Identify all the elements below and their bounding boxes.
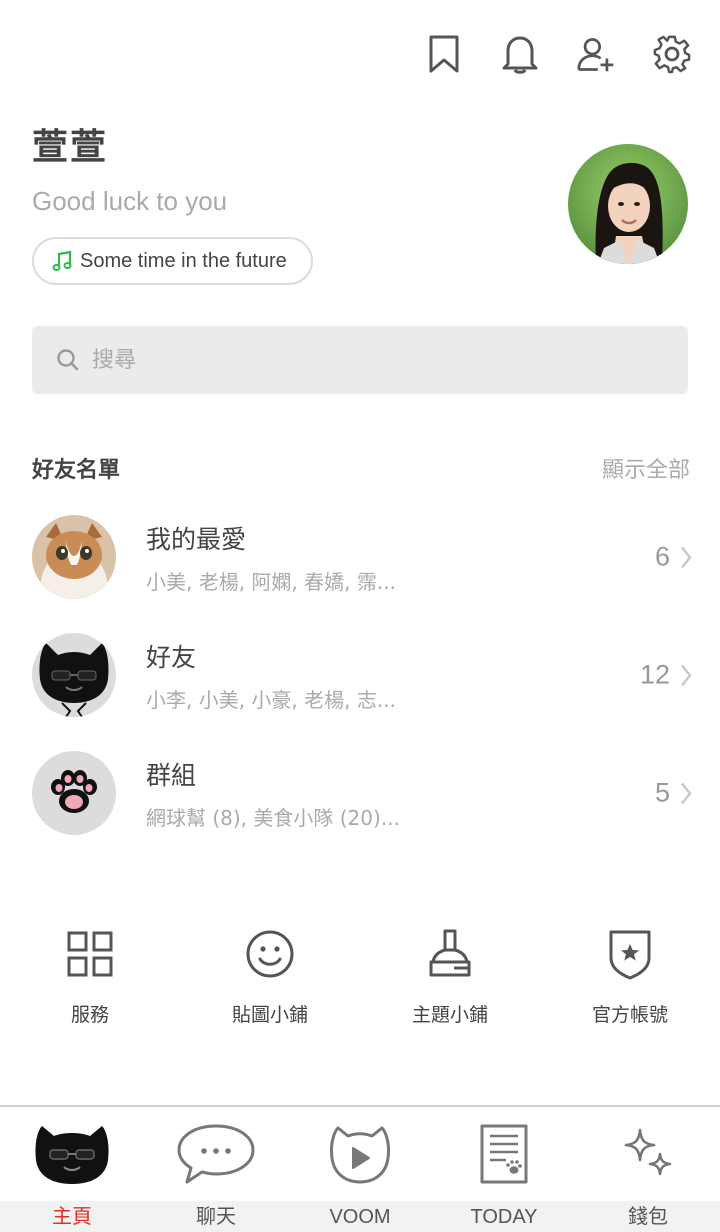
nav-wallet-label[interactable]: 錢包 [576, 1201, 720, 1232]
home-cat-icon [35, 1126, 109, 1184]
shortcut-label: 服務 [70, 1004, 109, 1026]
list-item-favorites[interactable]: 我的最愛 小美, 老楊, 阿嫻, 春嬌, 霈... 6 [32, 498, 692, 616]
chevron-right-icon [681, 664, 692, 686]
friends-list-header: 好友名單 顯示全部 [32, 452, 690, 484]
search-icon [57, 349, 79, 371]
list-item-name: 好友 [146, 642, 197, 672]
profile-name[interactable]: 萱萱 [32, 118, 552, 170]
profile-music-chip[interactable]: Some time in the future [32, 237, 313, 285]
nav-home[interactable] [0, 1107, 144, 1201]
shortcut-label: 官方帳號 [591, 1004, 668, 1026]
shortcut-label: 貼圖小鋪 [231, 1004, 308, 1026]
chat-bubble-icon [177, 1124, 255, 1184]
list-item-members: 小美, 老楊, 阿嫻, 春嬌, 霈... [146, 569, 396, 594]
top-bar [424, 32, 692, 76]
nav-today[interactable] [432, 1107, 576, 1201]
list-item-count: 6 [654, 541, 670, 572]
smiley-icon [245, 926, 295, 982]
list-item-count: 5 [654, 777, 670, 808]
search-bar[interactable] [32, 326, 688, 394]
shortcut-label: 主題小鋪 [411, 1004, 488, 1026]
list-item-name: 我的最愛 [146, 524, 247, 554]
nav-voom[interactable] [288, 1107, 432, 1201]
shortcut-official-accounts[interactable]: 官方帳號 [540, 926, 720, 1027]
profile-avatar[interactable] [568, 144, 688, 264]
nav-today-label[interactable]: TODAY [432, 1201, 576, 1232]
shortcut-theme-shop[interactable]: 主題小鋪 [360, 926, 540, 1027]
list-item-friends[interactable]: 好友 小李, 小美, 小豪, 老楊, 志... 12 [32, 616, 692, 734]
profile-music-title: Some time in the future [80, 249, 287, 272]
list-item-name: 群組 [146, 760, 197, 790]
nav-chat[interactable] [144, 1107, 288, 1201]
chevron-right-icon [681, 546, 692, 568]
bottom-navigation: 主頁 聊天 VOOM TODAY 錢包 [0, 1105, 720, 1232]
list-item-groups[interactable]: 群組 網球幫 (8), 美食小隊 (20)... 5 [32, 734, 692, 852]
chevron-right-icon [681, 782, 692, 804]
grid-icon [66, 926, 114, 982]
bell-icon[interactable] [500, 32, 540, 76]
favorites-avatar [32, 515, 116, 599]
profile-section: 萱萱 Good luck to you Some time in the fut… [32, 118, 552, 285]
music-note-icon [52, 250, 72, 271]
friends-list: 我的最愛 小美, 老楊, 阿嫻, 春嬌, 霈... 6 好友 小李, 小美, 小… [32, 498, 692, 852]
shortcut-sticker-shop[interactable]: 貼圖小鋪 [180, 926, 360, 1027]
profile-status-message[interactable]: Good luck to you [32, 186, 552, 217]
list-item-count: 12 [639, 659, 670, 690]
search-input[interactable] [92, 347, 652, 373]
settings-icon[interactable] [652, 32, 692, 76]
shortcut-services[interactable]: 服務 [0, 926, 180, 1027]
friends-group-avatar [32, 633, 116, 717]
news-icon [480, 1124, 528, 1184]
list-item-members: 網球幫 (8), 美食小隊 (20)... [146, 805, 400, 830]
add-friend-icon[interactable] [576, 32, 616, 76]
groups-avatar [32, 751, 116, 835]
nav-voom-label[interactable]: VOOM [288, 1201, 432, 1232]
shortcut-bar: 服務 貼圖小鋪 主題小鋪 官方帳號 [0, 926, 720, 1027]
nav-home-label[interactable]: 主頁 [0, 1201, 144, 1232]
friends-list-title: 好友名單 [32, 458, 121, 483]
bookmark-icon[interactable] [424, 32, 464, 76]
brush-icon [428, 926, 472, 982]
nav-chat-label[interactable]: 聊天 [144, 1201, 288, 1232]
nav-wallet[interactable] [576, 1107, 720, 1201]
list-item-members: 小李, 小美, 小豪, 老楊, 志... [146, 687, 396, 712]
sparkle-icon [624, 1128, 672, 1176]
voom-play-icon [330, 1126, 390, 1184]
show-all-link[interactable]: 顯示全部 [602, 452, 690, 484]
shield-star-icon [608, 926, 652, 982]
